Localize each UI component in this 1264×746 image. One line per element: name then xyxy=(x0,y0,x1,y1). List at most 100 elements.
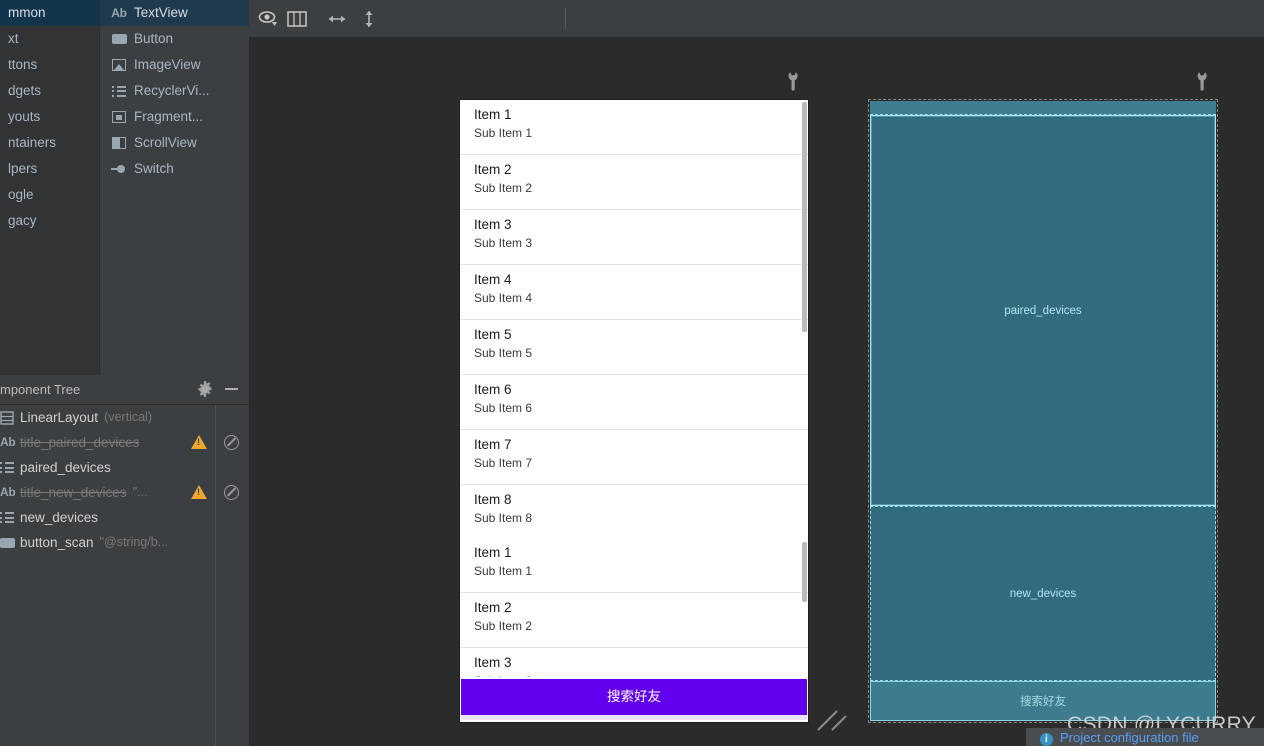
design-toolbar xyxy=(249,0,1264,38)
fit-height-button[interactable] xyxy=(357,8,381,30)
palette-category-label: ogle xyxy=(8,187,34,202)
list-item-title: Item 2 xyxy=(474,600,512,615)
tree-row-new-devices[interactable]: new_devices xyxy=(0,505,249,530)
wrench-icon[interactable] xyxy=(1194,71,1210,91)
blueprint-root-layout[interactable]: paired_devices new_devices 搜索好友 xyxy=(868,99,1218,723)
ab-icon: Ab xyxy=(0,485,16,499)
list-icon xyxy=(0,462,20,473)
notification-bar: Project configuration file xyxy=(1026,728,1264,746)
blueprint-paired-devices[interactable]: paired_devices xyxy=(870,115,1216,506)
layout-columns-button[interactable] xyxy=(285,8,309,30)
warning-icon[interactable] xyxy=(191,485,207,499)
tree-row-title-new-devices[interactable]: Ab title_new_devices "... xyxy=(0,480,249,505)
scrollbar-thumb[interactable] xyxy=(802,542,807,602)
palette-category-text[interactable]: xt xyxy=(0,26,99,52)
palette-category-label: mmon xyxy=(8,5,46,20)
list-item-subtitle: Sub Item 1 xyxy=(474,126,533,140)
palette-category-label: dgets xyxy=(8,83,42,98)
list-item[interactable]: Item 2 Sub Item 2 xyxy=(460,155,808,210)
view-mode-eye-button[interactable] xyxy=(257,8,281,30)
notification-link[interactable]: Project configuration file xyxy=(1060,730,1199,745)
list-item-title: Item 2 xyxy=(474,162,512,177)
list-item[interactable]: Item 1 Sub Item 1 xyxy=(460,538,808,593)
tree-row-button-scan[interactable]: button_scan "@string/b... xyxy=(0,530,249,555)
palette-item-label: TextView xyxy=(134,5,188,20)
preview-list-paired-devices[interactable]: Item 1 Sub Item 1 Item 2 Sub Item 2 Item… xyxy=(460,100,808,538)
image-icon xyxy=(110,57,128,73)
palette-category-list[interactable]: mmon xt ttons dgets youts ntainers lpers… xyxy=(0,0,99,375)
tree-row-sublabel: "... xyxy=(132,485,148,499)
minimize-icon[interactable] xyxy=(225,388,238,390)
palette-category-buttons[interactable]: ttons xyxy=(0,52,99,78)
list-item[interactable]: Item 6 Sub Item 6 xyxy=(460,375,808,430)
list-item-subtitle: Sub Item 5 xyxy=(474,346,533,360)
scan-button[interactable]: 搜索好友 xyxy=(461,679,807,715)
layout-icon xyxy=(0,410,20,425)
palette-category-google[interactable]: ogle xyxy=(0,182,99,208)
hidden-icon[interactable] xyxy=(224,435,239,450)
toolbar-separator xyxy=(565,8,566,29)
device-screen[interactable]: Item 1 Sub Item 1 Item 2 Sub Item 2 Item… xyxy=(460,100,808,722)
list-item[interactable]: Item 3 Sub Item 3 xyxy=(460,210,808,265)
fit-width-button[interactable] xyxy=(325,8,349,30)
list-icon xyxy=(110,83,128,99)
list-item[interactable]: Item 7 Sub Item 7 xyxy=(460,430,808,485)
list-item[interactable]: Item 2 Sub Item 2 xyxy=(460,593,808,648)
scrollbar-thumb[interactable] xyxy=(802,102,807,332)
list-item-subtitle: Sub Item 4 xyxy=(474,291,533,305)
palette-item-button[interactable]: Button xyxy=(100,26,249,52)
palette-category-common[interactable]: mmon xyxy=(0,0,99,26)
tree-row-label: LinearLayout xyxy=(20,410,99,425)
tree-row-linearlayout[interactable]: LinearLayout (vertical) xyxy=(0,405,249,430)
blueprint-title-paired-devices[interactable] xyxy=(870,101,1216,115)
fragment-icon xyxy=(110,109,128,125)
tree-row-label: title_paired_devices xyxy=(20,435,140,450)
palette-item-fragment[interactable]: Fragment... xyxy=(100,104,249,130)
blueprint-label: new_devices xyxy=(1009,587,1077,600)
tree-row-label: title_new_devices xyxy=(20,485,127,500)
warning-icon[interactable] xyxy=(191,435,207,449)
list-item-subtitle: Sub Item 3 xyxy=(474,236,533,250)
ab-icon: Ab xyxy=(0,435,16,449)
tree-row-title-paired-devices[interactable]: Ab title_paired_devices xyxy=(0,430,249,455)
list-item[interactable]: Item 3 Sub Item 3 xyxy=(460,648,808,677)
palette-item-imageview[interactable]: ImageView xyxy=(100,52,249,78)
component-tree-title: mponent Tree xyxy=(0,382,81,397)
list-item-subtitle: Sub Item 6 xyxy=(474,401,533,415)
palette-category-containers[interactable]: ntainers xyxy=(0,130,99,156)
wrench-icon[interactable] xyxy=(785,71,801,91)
blueprint-new-devices[interactable]: new_devices xyxy=(870,506,1216,681)
palette-item-textview[interactable]: Ab TextView xyxy=(100,0,249,26)
canvas-resize-handle[interactable] xyxy=(815,693,855,733)
palette-item-label: ImageView xyxy=(134,57,201,72)
palette-category-label: youts xyxy=(8,109,41,124)
list-item[interactable]: Item 1 Sub Item 1 xyxy=(460,100,808,155)
component-tree-panel: mponent Tree LinearLayout (vertical) Ab … xyxy=(0,375,249,746)
tree-row-sublabel: "@string/b... xyxy=(99,535,169,549)
palette-item-switch[interactable]: Switch xyxy=(100,156,249,182)
hidden-icon[interactable] xyxy=(224,485,239,500)
scrollview-icon xyxy=(110,135,128,151)
preview-list-new-devices[interactable]: Item 1 Sub Item 1 Item 2 Sub Item 2 Item… xyxy=(460,538,808,677)
palette-category-helpers[interactable]: lpers xyxy=(0,156,99,182)
gear-icon[interactable] xyxy=(197,381,213,397)
tree-row-paired-devices[interactable]: paired_devices xyxy=(0,455,249,480)
palette-item-list[interactable]: Ab TextView Button ImageView RecyclerVi.… xyxy=(100,0,249,375)
list-item-subtitle: Sub Item 3 xyxy=(474,674,532,677)
tree-row-label: button_scan xyxy=(20,535,94,550)
palette-category-legacy[interactable]: gacy xyxy=(0,208,99,234)
info-icon xyxy=(1040,733,1053,746)
switch-icon xyxy=(110,161,128,177)
component-tree-header: mponent Tree xyxy=(0,375,249,405)
palette-item-label: ScrollView xyxy=(134,135,197,150)
list-item[interactable]: Item 4 Sub Item 4 xyxy=(460,265,808,320)
palette-category-widgets[interactable]: dgets xyxy=(0,78,99,104)
palette-category-label: ttons xyxy=(8,57,38,72)
list-item[interactable]: Item 8 Sub Item 8 xyxy=(460,485,808,538)
palette-item-recyclerview[interactable]: RecyclerVi... xyxy=(100,78,249,104)
palette-item-label: RecyclerVi... xyxy=(134,83,210,98)
palette-category-layouts[interactable]: youts xyxy=(0,104,99,130)
palette-item-scrollview[interactable]: ScrollView xyxy=(100,130,249,156)
palette-category-label: ntainers xyxy=(8,135,57,150)
list-item[interactable]: Item 5 Sub Item 5 xyxy=(460,320,808,375)
